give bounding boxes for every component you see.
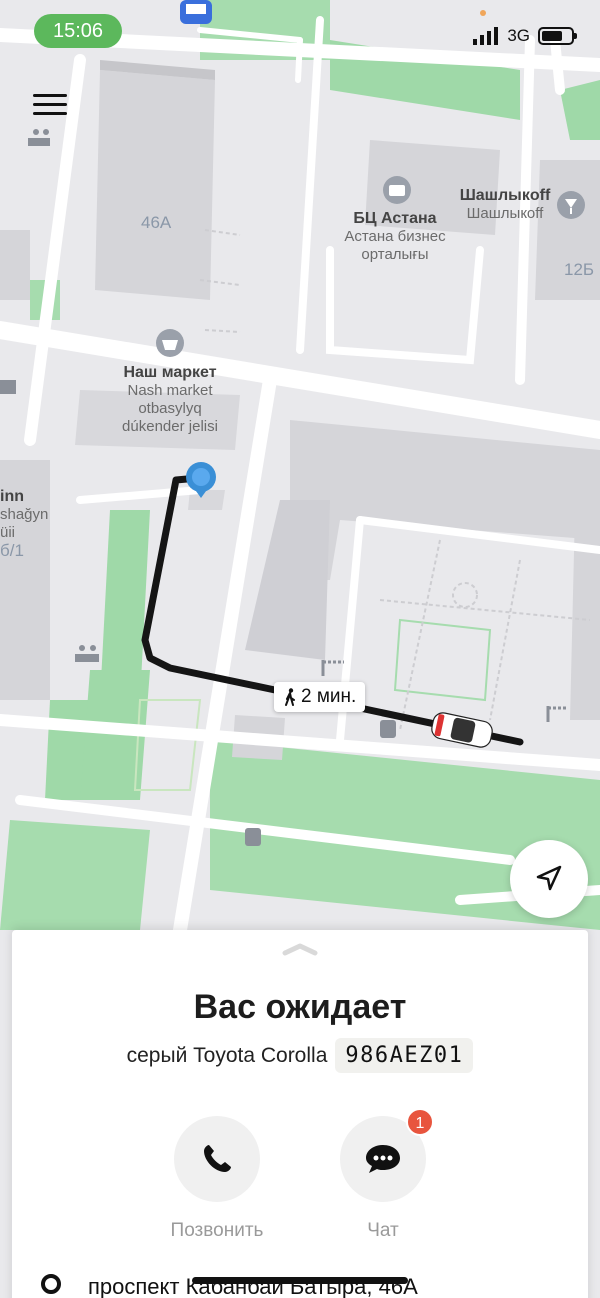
building-number: 12Б	[564, 260, 595, 279]
poi-subtitle: dúkender jelisi	[122, 418, 218, 435]
signal-icon	[473, 27, 499, 45]
trash-icon	[380, 720, 396, 738]
poi-label-shashlykoff[interactable]: Шашлыкoff Шашлыкoff	[450, 187, 560, 223]
ride-status-sheet[interactable]: Вас ожидает серый Toyota Corolla 986AEZ0…	[12, 930, 588, 1298]
call-circle[interactable]	[174, 1116, 260, 1202]
poi-name: inn	[0, 488, 24, 505]
pickup-address-row[interactable]: проспект Кабанбай Батыра, 46А	[38, 1272, 418, 1298]
phone-icon	[204, 1145, 231, 1172]
chat-circle[interactable]: 1	[340, 1108, 434, 1202]
poi-subtitle: орталығы	[361, 246, 429, 263]
poi-label-nash-market[interactable]: Наш маркет Nash market otbasylyq dúkende…	[110, 364, 230, 436]
navigation-arrow-icon	[536, 865, 562, 891]
network-type: 3G	[507, 26, 530, 45]
building-number: б/1	[0, 541, 24, 560]
chat-button[interactable]: 1 Чат	[323, 1108, 443, 1242]
home-indicator[interactable]	[192, 1277, 408, 1284]
battery-icon	[538, 27, 577, 45]
poi-subtitle: Астана бизнес	[344, 228, 446, 245]
chat-label: Чат	[367, 1220, 399, 1241]
building-46a	[95, 70, 215, 300]
walking-person-icon	[285, 688, 295, 706]
license-plate: 986AEZ01	[335, 1038, 474, 1073]
chat-bubble-icon	[366, 1145, 400, 1173]
car-description: серый Toyota Corolla	[126, 1043, 328, 1067]
building-number: 46А	[141, 213, 172, 232]
poi-name: Шашлыкoff	[459, 187, 551, 204]
poi-office-icon	[383, 176, 411, 204]
poi-name: Наш маркет	[123, 364, 217, 381]
accessibility-icon	[0, 380, 16, 394]
walking-eta-tag: 2 мин.	[274, 682, 366, 712]
trash-icon	[245, 828, 261, 846]
eta-text: 2 мин.	[301, 686, 357, 707]
menu-button[interactable]	[30, 88, 70, 122]
car-info: серый Toyota Corolla 986AEZ01	[12, 1038, 588, 1073]
status-indicators: 3G	[473, 25, 577, 47]
poi-subtitle: Nash market	[127, 382, 213, 399]
locate-me-button[interactable]	[510, 840, 588, 918]
poi-label-left[interactable]: inn shağyn üii б/1	[0, 488, 60, 560]
poi-restaurant-icon	[557, 191, 585, 219]
call-label: Позвонить	[170, 1220, 264, 1241]
poi-bus-icon	[180, 0, 212, 24]
poi-shop-icon	[156, 329, 184, 357]
call-button[interactable]: Позвонить	[157, 1116, 277, 1242]
poi-subtitle: Шашлыкoff	[466, 205, 544, 222]
poi-label-bc-astana[interactable]: БЦ Астана Астана бизнес орталығы	[340, 210, 450, 264]
sheet-handle-icon[interactable]	[282, 942, 318, 956]
sheet-title: Вас ожидает	[193, 988, 407, 1026]
poi-subtitle: üii	[0, 524, 16, 541]
hamburger-icon	[33, 94, 67, 97]
poi-subtitle: otbasylyq	[138, 400, 202, 417]
status-time: 15:06	[34, 14, 122, 48]
location-pin-icon	[41, 1274, 61, 1294]
poi-name: БЦ Астана	[353, 210, 437, 227]
poi-subtitle: shağyn	[0, 506, 49, 523]
unread-badge: 1	[406, 1108, 434, 1136]
